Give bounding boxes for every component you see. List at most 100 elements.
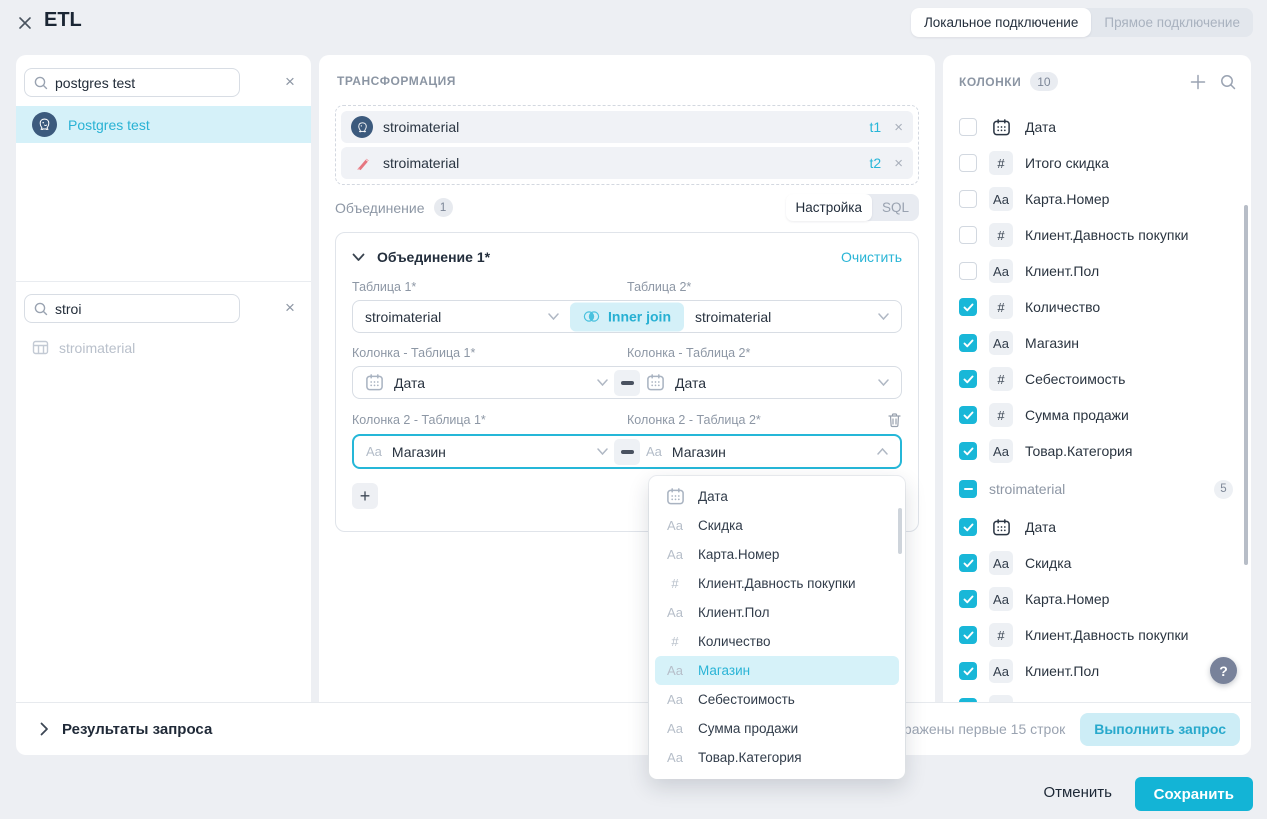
checked-checkbox[interactable] [959,406,977,424]
chevron-right-icon[interactable] [40,722,49,736]
column-row[interactable]: #Итого скидка [959,145,1237,181]
tab-sql[interactable]: SQL [872,194,919,221]
connection-search-input[interactable] [55,69,235,96]
source-table-name: stroimaterial [383,119,459,135]
column21-label: Колонка 2 - Таблица 1* [352,413,627,427]
checked-checkbox[interactable] [959,626,977,644]
panel-scrollbar[interactable] [1244,205,1248,565]
search-columns-icon[interactable] [1219,73,1237,91]
column-row[interactable]: AaКлиент.Пол [959,653,1237,689]
add-column-icon[interactable] [1189,73,1207,91]
column-row[interactable]: AaМагазин [959,325,1237,361]
dropdown-item[interactable]: AaМагазин [655,656,899,685]
number-type-icon: # [989,403,1013,427]
unchecked-checkbox[interactable] [959,190,977,208]
tab-settings[interactable]: Настройка [786,194,872,221]
chevron-down-icon [878,379,889,386]
dropdown-item[interactable]: Дата [655,482,899,511]
column-row[interactable]: #Себестоимость [959,361,1237,397]
checked-checkbox[interactable] [959,554,977,572]
page-title: ETL [44,9,82,32]
unchecked-checkbox[interactable] [959,262,977,280]
column-row[interactable]: Дата [959,109,1237,145]
close-icon[interactable] [16,14,34,32]
clear-table-search-icon[interactable]: × [281,299,299,317]
column1-label: Колонка - Таблица 1* [352,346,627,360]
column-row[interactable]: #Клиент.Давность покупки [959,217,1237,253]
column-row[interactable]: AaСкидка [959,545,1237,581]
remove-source-icon[interactable]: × [894,119,903,136]
unchecked-checkbox[interactable] [959,226,977,244]
add-condition-button[interactable]: + [352,483,378,509]
checked-checkbox[interactable] [959,518,977,536]
column-row[interactable]: AaКлиент.Пол [959,253,1237,289]
number-type-icon: # [665,634,685,649]
dropdown-item[interactable]: AaСебестоимость [655,685,899,714]
columns-title: КОЛОНКИ [959,75,1021,89]
table-search-input[interactable] [55,295,235,322]
checked-checkbox[interactable] [959,298,977,316]
number-type-icon: # [989,623,1013,647]
column-row[interactable]: AaКарта.Номер [959,181,1237,217]
indeterminate-checkbox[interactable] [959,480,977,498]
column-row[interactable]: #Количество [959,289,1237,325]
chevron-down-icon [597,379,608,386]
table-alias: t2 [870,155,882,171]
text-type-icon: Aa [665,547,685,562]
chevron-down-icon[interactable] [352,253,365,262]
clear-join-button[interactable]: Очистить [841,249,902,265]
dropdown-item[interactable]: AaКарта.Номер [655,540,899,569]
column1-select[interactable]: Дата [353,373,620,392]
dropdown-item[interactable]: AaСкидка [655,511,899,540]
join-columns-row-2: Aa Магазин Aa Магазин [352,434,902,469]
sidebar-item-stroimaterial[interactable]: stroimaterial [32,339,135,356]
column-row[interactable]: Дата [959,509,1237,545]
delete-condition-icon[interactable] [887,412,902,428]
connection-toggle: Локальное подключение Прямое подключение [911,8,1253,37]
join-type-button[interactable]: Inner join [570,302,684,331]
cancel-button[interactable]: Отменить [1043,784,1112,801]
column2-select[interactable]: Дата [620,373,901,392]
remove-source-icon[interactable]: × [894,155,903,172]
transformation-panel: ТРАНСФОРМАЦИЯ stroimaterial t1 × stroima… [319,55,935,702]
source-table-row[interactable]: stroimaterial t1 × [341,111,913,143]
column-row[interactable]: #Количество [959,689,1237,702]
clear-connection-search-icon[interactable]: × [281,73,299,91]
results-title[interactable]: Результаты запроса [62,721,212,738]
dropdown-item[interactable]: AaСумма продажи [655,714,899,743]
text-type-icon: Aa [989,259,1013,283]
column-row[interactable]: #Сумма продажи [959,397,1237,433]
unchecked-checkbox[interactable] [959,118,977,136]
checked-checkbox[interactable] [959,590,977,608]
dropdown-item[interactable]: #Количество [655,627,899,656]
checked-checkbox[interactable] [959,662,977,680]
number-type-icon: # [989,695,1013,702]
sidebar-item-postgres-test[interactable]: Postgres test [16,106,311,143]
source-table-row[interactable]: stroimaterial t2 × [341,147,913,179]
checked-checkbox[interactable] [959,370,977,388]
join-columns-row-1: Дата Дата [352,366,902,399]
column-group-row[interactable]: stroimaterial 5 [959,469,1237,509]
chevron-up-icon [877,448,888,455]
checked-checkbox[interactable] [959,442,977,460]
toggle-direct-connection[interactable]: Прямое подключение [1091,8,1253,37]
column-row[interactable]: AaТовар.Категория [959,433,1237,469]
column22-select-open[interactable]: Aa Магазин [620,444,900,460]
search-icon [33,301,49,317]
postgres-icon [32,112,57,137]
checked-checkbox[interactable] [959,334,977,352]
dropdown-scrollbar[interactable] [898,508,902,554]
save-button[interactable]: Сохранить [1135,777,1253,811]
text-type-icon: Aa [366,444,382,459]
column-row[interactable]: #Клиент.Давность покупки [959,617,1237,653]
toggle-local-connection[interactable]: Локальное подключение [911,8,1091,37]
number-type-icon: # [989,295,1013,319]
dropdown-item[interactable]: #Клиент.Давность покупки [655,569,899,598]
column-row[interactable]: AaКарта.Номер [959,581,1237,617]
help-button[interactable]: ? [1210,657,1237,684]
run-query-button[interactable]: Выполнить запрос [1080,713,1240,746]
dropdown-item[interactable]: AaКлиент.Пол [655,598,899,627]
column21-select[interactable]: Aa Магазин [354,444,620,460]
unchecked-checkbox[interactable] [959,154,977,172]
dropdown-item[interactable]: AaТовар.Категория [655,743,899,772]
